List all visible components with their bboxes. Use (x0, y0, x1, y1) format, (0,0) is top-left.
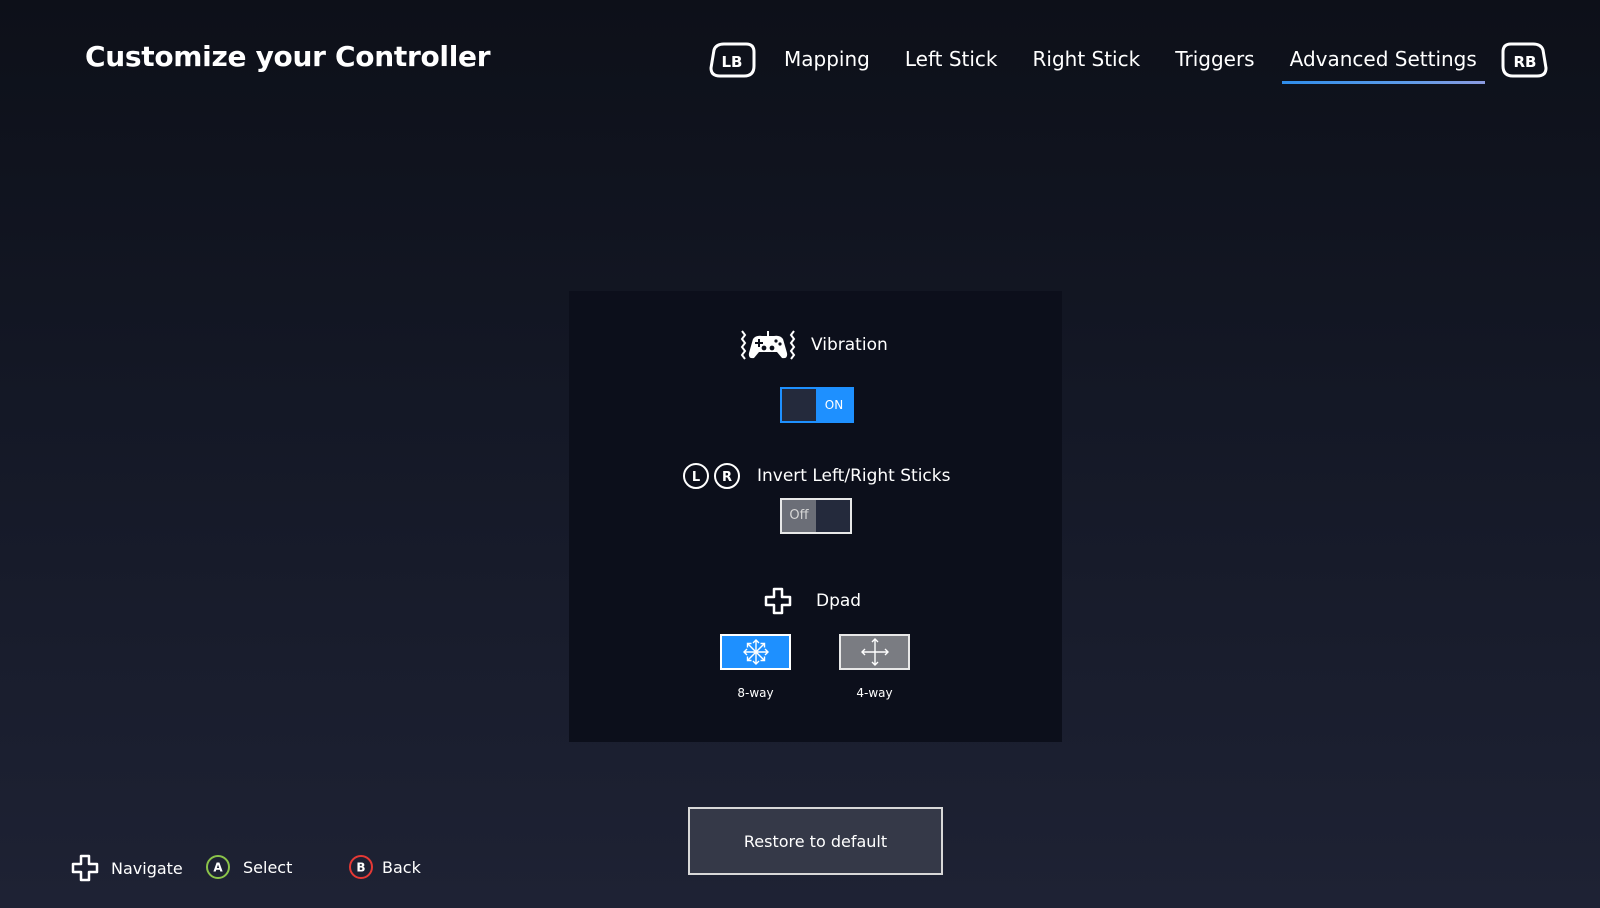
left-bumper-icon[interactable]: LB (708, 41, 756, 79)
left-stick-icon: L (682, 462, 710, 490)
eight-way-arrows-icon (742, 638, 770, 666)
vibration-header: Vibration (739, 329, 888, 361)
select-hint[interactable]: A Select (205, 854, 292, 880)
tab-advanced-settings[interactable]: Advanced Settings (1281, 38, 1485, 84)
back-hint[interactable]: B Back (348, 854, 421, 880)
select-label: Select (243, 857, 293, 877)
b-button-letter: B (356, 861, 365, 875)
dpad-label: Dpad (816, 591, 862, 611)
navigate-hint[interactable]: Navigate (71, 854, 183, 882)
left-bumper-label: LB (722, 53, 743, 71)
restore-default-button[interactable]: Restore to default (688, 807, 943, 875)
a-button-icon: A (205, 854, 231, 880)
back-label: Back (382, 857, 421, 877)
invert-sticks-header: L R Invert Left/Right Sticks (682, 462, 950, 490)
invert-sticks-state: Off (782, 500, 816, 532)
a-button-letter: A (213, 861, 223, 875)
b-button-icon: B (348, 854, 374, 880)
invert-sticks-toggle[interactable]: Off (780, 498, 852, 534)
dpad-4way-label: 4-way (856, 686, 893, 700)
page-title: Customize your Controller (85, 40, 491, 73)
advanced-settings-panel: Vibration ON L R Invert Left/Right Stick… (569, 291, 1062, 742)
dpad-icon (764, 587, 792, 615)
vibration-state: ON (824, 398, 844, 412)
right-stick-letter: R (722, 470, 732, 485)
tab-bar: LB Mapping Left Stick Right Stick Trigge… (708, 38, 1549, 84)
dpad-8way-option[interactable] (720, 634, 791, 670)
dpad-4way-option[interactable] (839, 634, 910, 670)
dpad-header: Dpad (764, 587, 861, 615)
tab-right-stick[interactable]: Right Stick (1025, 38, 1149, 82)
left-stick-letter: L (692, 470, 700, 485)
dpad-icon (71, 854, 99, 882)
toggle-knob (782, 389, 816, 421)
navigate-label: Navigate (111, 858, 183, 878)
right-bumper-label: RB (1513, 53, 1536, 71)
right-stick-icon: R (713, 462, 741, 490)
tab-triggers[interactable]: Triggers (1167, 38, 1262, 82)
vibrating-controller-icon (739, 329, 797, 361)
tab-mapping[interactable]: Mapping (776, 38, 878, 82)
toggle-knob (816, 500, 850, 532)
dpad-8way-label: 8-way (737, 686, 774, 700)
invert-sticks-label: Invert Left/Right Sticks (757, 466, 951, 486)
tab-left-stick[interactable]: Left Stick (897, 38, 1006, 82)
four-way-arrows-icon (860, 637, 890, 667)
vibration-label: Vibration (811, 335, 888, 355)
vibration-toggle[interactable]: ON (780, 387, 854, 423)
right-bumper-icon[interactable]: RB (1501, 41, 1549, 79)
